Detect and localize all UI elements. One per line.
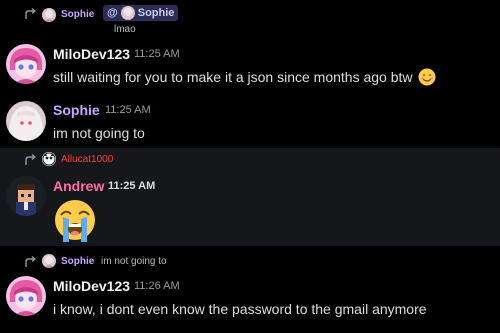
timestamp[interactable]: 11:25 AM bbox=[105, 104, 151, 116]
timestamp[interactable]: 11:25 AM bbox=[134, 48, 180, 60]
reply-author[interactable]: Sophie bbox=[61, 256, 94, 267]
message-content: i know, i dont even know the password to… bbox=[53, 301, 427, 317]
reply-mention[interactable]: @ Sophie bbox=[103, 5, 179, 21]
mention-at: @ bbox=[107, 7, 118, 19]
reply-avatar-sophie[interactable] bbox=[42, 8, 56, 22]
message-content: still waiting for you to make it a json … bbox=[53, 68, 436, 89]
reply-author[interactable]: Sophie bbox=[61, 9, 94, 20]
timestamp[interactable]: 11:25 AM bbox=[108, 180, 155, 192]
message-content: im not going to bbox=[53, 125, 145, 141]
message-text: still waiting for you to make it a json … bbox=[53, 69, 413, 85]
author-name[interactable]: MiloDev123 bbox=[53, 278, 130, 294]
reply-arrow-icon bbox=[25, 255, 36, 267]
reply-arrow-icon bbox=[25, 7, 36, 19]
author-name[interactable]: MiloDev123 bbox=[53, 46, 130, 62]
avatar-milodev[interactable] bbox=[6, 276, 46, 316]
mention-name: Sophie bbox=[137, 7, 175, 19]
loudly-crying-face-emoji-icon bbox=[52, 198, 98, 244]
avatar-milodev[interactable] bbox=[6, 44, 46, 84]
reply-arrow-icon bbox=[25, 153, 36, 165]
reply-snippet[interactable]: im not going to bbox=[101, 256, 167, 267]
reply-avatar-allucat[interactable] bbox=[42, 152, 56, 166]
smiling-blush-emoji-icon bbox=[418, 68, 436, 89]
avatar-sophie[interactable] bbox=[6, 101, 46, 141]
author-name[interactable]: Andrew bbox=[53, 178, 104, 194]
avatar-andrew[interactable] bbox=[6, 176, 46, 216]
timestamp[interactable]: 11:26 AM bbox=[134, 280, 180, 292]
reply-author[interactable]: Allucat1000 bbox=[61, 154, 113, 165]
reply-snippet[interactable]: lmao bbox=[114, 24, 136, 35]
author-name[interactable]: Sophie bbox=[53, 102, 100, 118]
mention-avatar bbox=[120, 6, 135, 20]
reply-avatar-sophie[interactable] bbox=[42, 254, 56, 268]
